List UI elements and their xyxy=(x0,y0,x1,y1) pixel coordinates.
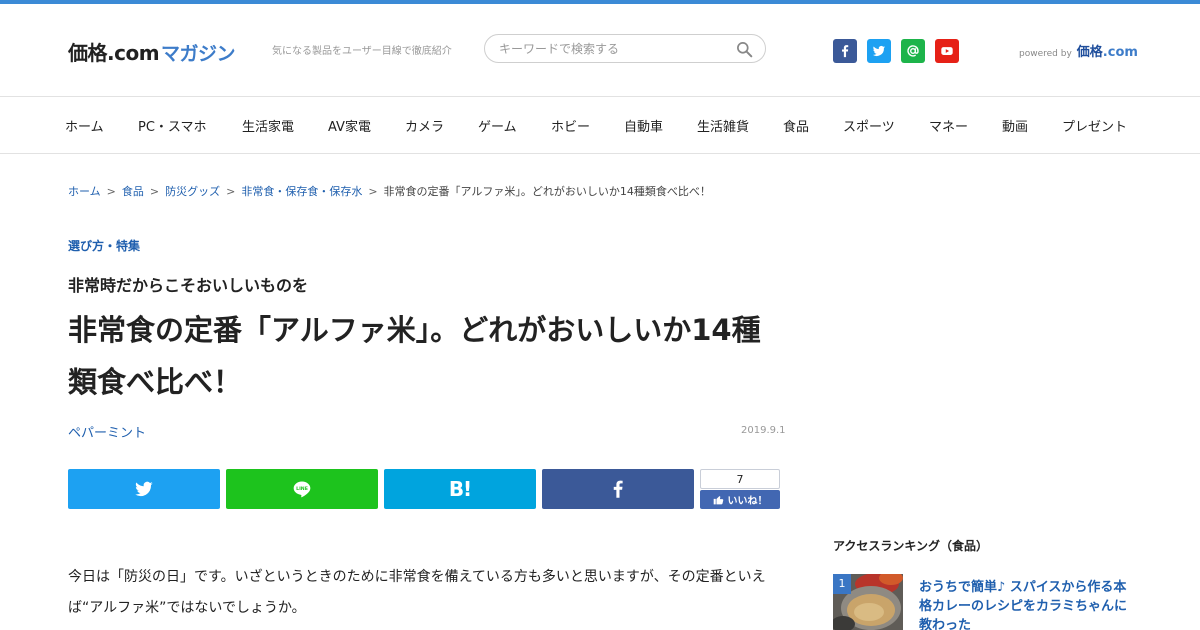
breadcrumb-emergency-food[interactable]: 非常食・保存食・保存水 xyxy=(241,183,362,199)
article-category[interactable]: 選び方・特集 xyxy=(68,237,140,254)
main-nav: ホーム PC・スマホ 生活家電 AV家電 カメラ ゲーム ホビー 自動車 生活雑… xyxy=(0,97,1200,154)
article-body-paragraph: 今日は「防災の日」です。いざというときのために非常食を備えている方も多いと思いま… xyxy=(68,569,766,616)
nav-item-food[interactable]: 食品 xyxy=(783,116,809,135)
powered-by-text: powered by xyxy=(1019,49,1072,59)
nav-item-av[interactable]: AV家電 xyxy=(328,116,371,135)
breadcrumb-food[interactable]: 食品 xyxy=(122,183,144,199)
search-input[interactable] xyxy=(499,40,729,58)
at-icon xyxy=(907,45,919,57)
thumbs-up-icon xyxy=(713,496,723,505)
nav-item-video[interactable]: 動画 xyxy=(1002,116,1028,135)
logo-main-text: 価格.com xyxy=(68,41,160,65)
header-youtube-button[interactable] xyxy=(935,39,959,63)
nav-item-camera[interactable]: カメラ xyxy=(405,116,444,135)
facebook-icon xyxy=(842,45,849,58)
nav-item-game[interactable]: ゲーム xyxy=(478,116,517,135)
search-icon[interactable] xyxy=(736,41,753,58)
search-box xyxy=(484,34,766,63)
share-line-button[interactable]: LINE xyxy=(226,469,378,509)
share-facebook-button[interactable] xyxy=(542,469,694,509)
line-icon: LINE xyxy=(293,481,311,498)
facebook-like-widget: 7 いいね！ xyxy=(700,469,780,509)
nav-item-sports[interactable]: スポーツ xyxy=(843,116,895,135)
breadcrumb-separator: > xyxy=(106,184,116,198)
nav-item-car[interactable]: 自動車 xyxy=(624,116,663,135)
site-logo[interactable]: 価格.com マガジン xyxy=(68,37,236,65)
article-author[interactable]: ペパーミント xyxy=(68,422,146,441)
site-header: 価格.com マガジン 気になる製品をユーザー目線で徹底紹介 powered b… xyxy=(0,4,1200,97)
twitter-icon xyxy=(135,481,153,497)
header-twitter-button[interactable] xyxy=(867,39,891,63)
ranking-number: 1 xyxy=(833,574,851,594)
youtube-icon xyxy=(941,47,953,55)
nav-item-pc-smartphone[interactable]: PC・スマホ xyxy=(138,116,207,135)
article-subtitle: 非常時だからこそおいしいものを xyxy=(68,276,309,295)
nav-item-appliances[interactable]: 生活家電 xyxy=(242,116,294,135)
breadcrumb-separator: > xyxy=(149,184,160,198)
share-hatena-button[interactable]: B! xyxy=(384,469,536,509)
breadcrumb-current: 非常食の定番「アルファ米」。どれがおいしいか14種類食べ比べ！ xyxy=(383,185,711,198)
breadcrumb-home[interactable]: ホーム xyxy=(68,183,101,199)
ranking-item[interactable]: 1 おうちで簡単♪ スパイスから作る本格カレーのレシピをカラミちゃんに教わった xyxy=(833,574,1133,630)
nav-item-hobby[interactable]: ホビー xyxy=(551,116,590,135)
nav-item-present[interactable]: プレゼント xyxy=(1062,116,1127,135)
kakaku-logo-a: 価格 xyxy=(1076,45,1103,60)
breadcrumb: ホーム > 食品 > 防災グッズ > 非常食・保存食・保存水 > 非常食の定番「… xyxy=(68,183,711,199)
like-label: いいね！ xyxy=(727,496,768,507)
ranking-title: アクセスランキング（食品） xyxy=(833,539,989,553)
like-count: 7 xyxy=(700,469,780,489)
facebook-like-button[interactable]: いいね！ xyxy=(700,490,780,509)
kakaku-logo-b: .com xyxy=(1102,45,1138,60)
kakaku-logo-link[interactable]: 価格.com xyxy=(1077,41,1138,60)
nav-item-goods[interactable]: 生活雑貨 xyxy=(697,116,749,135)
nav-item-home[interactable]: ホーム xyxy=(65,116,104,135)
twitter-icon xyxy=(872,45,886,56)
facebook-icon xyxy=(613,480,623,498)
nav-item-money[interactable]: マネー xyxy=(929,116,968,135)
article-title: 非常食の定番「アルファ米」。どれがおいしいか14種類食べ比べ！ xyxy=(68,313,761,399)
breadcrumb-disaster-goods[interactable]: 防災グッズ xyxy=(165,183,220,199)
logo-sub-text: マガジン xyxy=(161,43,236,65)
svg-text:LINE: LINE xyxy=(296,486,308,492)
breadcrumb-separator: > xyxy=(226,184,236,198)
share-twitter-button[interactable] xyxy=(68,469,220,509)
site-tagline: 気になる製品をユーザー目線で徹底紹介 xyxy=(272,46,452,57)
ranking-thumbnail: 1 xyxy=(833,574,903,630)
header-facebook-button[interactable] xyxy=(833,39,857,63)
article-date: 2019.9.1 xyxy=(741,425,786,436)
header-mail-button[interactable] xyxy=(901,39,925,63)
powered-by: powered by 価格.com xyxy=(1019,41,1138,60)
ranking-item-title: おうちで簡単♪ スパイスから作る本格カレーのレシピをカラミちゃんに教わった xyxy=(919,580,1128,630)
hatena-icon: B! xyxy=(448,477,472,501)
breadcrumb-separator: > xyxy=(368,184,378,198)
